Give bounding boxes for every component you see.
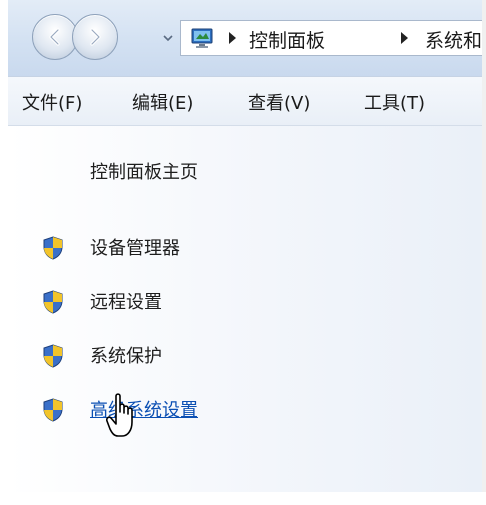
breadcrumb-control-panel[interactable]: 控制面板 [249, 26, 325, 53]
explorer-window: 控制面板 系统和 文件(F) 编辑(E) 查看(V) 工具(T) 控制面板主页 … [8, 0, 482, 492]
window-edge [482, 0, 486, 505]
forward-button[interactable] [72, 14, 118, 60]
forward-arrow-icon [90, 28, 101, 46]
computer-icon [191, 28, 213, 48]
breadcrumb-separator[interactable] [229, 32, 236, 44]
uac-shield-icon [43, 236, 63, 260]
breadcrumb-separator[interactable] [401, 32, 408, 44]
menu-edit[interactable]: 编辑(E) [132, 89, 193, 115]
device-manager-link[interactable]: 设备管理器 [90, 234, 180, 260]
remote-settings-link[interactable]: 远程设置 [90, 288, 162, 314]
menu-view[interactable]: 查看(V) [248, 89, 310, 115]
uac-shield-icon [43, 290, 63, 314]
control-panel-home-link[interactable]: 控制面板主页 [90, 158, 198, 184]
task-pane: 控制面板主页 设备管理器 远程设置 系统保护 高级系统设置 [8, 126, 482, 492]
window-edge [0, 492, 486, 505]
system-protection-link[interactable]: 系统保护 [90, 342, 162, 368]
menu-bar: 文件(F) 编辑(E) 查看(V) 工具(T) [8, 76, 482, 126]
chevron-down-icon[interactable] [162, 32, 174, 44]
menu-file[interactable]: 文件(F) [22, 89, 82, 115]
breadcrumb-system[interactable]: 系统和 [425, 26, 482, 53]
menu-tools[interactable]: 工具(T) [364, 89, 425, 115]
back-arrow-icon [49, 28, 60, 46]
navigation-bar: 控制面板 系统和 [8, 0, 482, 76]
uac-shield-icon [43, 398, 63, 422]
uac-shield-icon [43, 344, 63, 368]
address-bar[interactable]: 控制面板 系统和 [180, 20, 482, 56]
hand-cursor-icon [106, 393, 133, 437]
